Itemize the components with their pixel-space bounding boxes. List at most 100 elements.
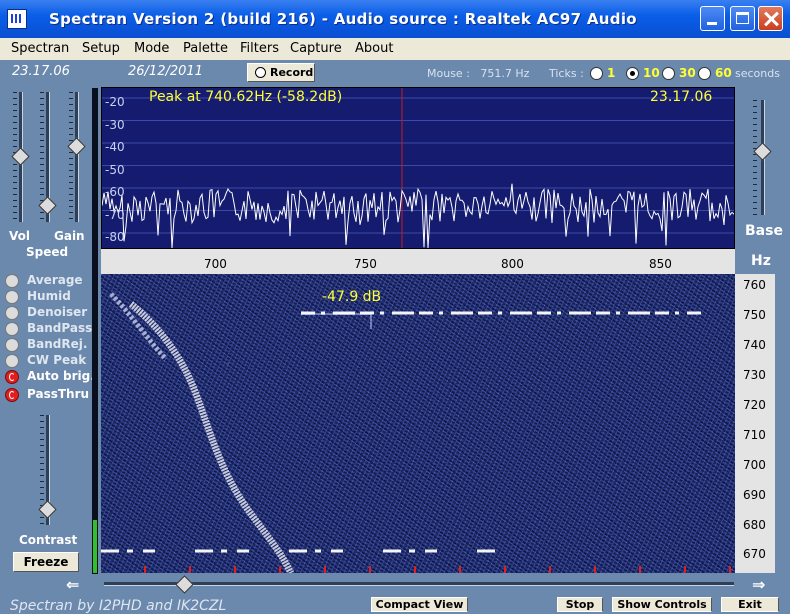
- option-label: Denoiser: [27, 305, 88, 319]
- hz-tick: 670: [743, 547, 766, 561]
- option-label: PassThru: [27, 387, 90, 401]
- db-tick: -40: [105, 140, 125, 154]
- menu-about[interactable]: About: [355, 41, 393, 56]
- maximize-button[interactable]: [730, 6, 755, 31]
- record-icon: [255, 67, 266, 78]
- contrast-label: Contrast: [19, 533, 78, 547]
- hz-tick: 710: [743, 428, 766, 442]
- menu-bar: Spectran Setup Mode Palette Filters Capt…: [0, 38, 790, 60]
- option-label: Average: [27, 273, 83, 287]
- level-meter-fill: [93, 520, 97, 573]
- compact-view-button[interactable]: Compact View: [371, 597, 468, 612]
- menu-spectran[interactable]: Spectran: [11, 41, 69, 56]
- freq-tick: 750: [354, 257, 377, 271]
- hz-tick: 750: [743, 308, 766, 322]
- waterfall-traces: [101, 292, 701, 573]
- window-title: Spectran Version 2 (build 216) - Audio s…: [49, 10, 637, 28]
- hz-tick: 740: [743, 338, 766, 352]
- db-tick: -20: [105, 95, 125, 109]
- db-tick: -70: [105, 207, 125, 222]
- option-toggle-icon: [5, 290, 19, 304]
- menu-filters[interactable]: Filters: [240, 41, 279, 56]
- minimize-button[interactable]: [700, 6, 725, 31]
- db-tick: -50: [105, 162, 125, 177]
- ticks-radio-1[interactable]: [590, 67, 603, 80]
- scroll-slider[interactable]: [104, 582, 734, 586]
- ticks-radio-30[interactable]: [662, 67, 675, 80]
- option-label: Humid: [27, 289, 71, 303]
- waterfall-frequency-axis: 760 750 740 730 720 710 700 690 680 670: [735, 274, 775, 573]
- hz-tick: 760: [743, 278, 766, 292]
- hz-tick: 700: [743, 458, 766, 472]
- hz-tick: 720: [743, 398, 766, 412]
- vol-label: Vol: [9, 229, 30, 243]
- option-label: Auto brig.: [27, 369, 95, 383]
- freq-tick: 850: [649, 257, 672, 271]
- title-bar: Spectran Version 2 (build 216) - Audio s…: [0, 0, 790, 38]
- spectrum-time: 23.17.06: [650, 89, 713, 105]
- spectrum-trace: [102, 183, 734, 248]
- record-label: Record: [270, 66, 314, 79]
- hz-tick: 680: [743, 518, 766, 532]
- option-toggle-icon: [5, 322, 19, 336]
- frequency-axis: 700 750 800 850: [101, 249, 735, 274]
- ticks-value-10: 10: [643, 66, 660, 80]
- option-toggle-icon: [5, 338, 19, 352]
- menu-palette[interactable]: Palette: [183, 41, 228, 56]
- power-on-icon: [5, 388, 19, 402]
- app-icon[interactable]: [7, 9, 27, 29]
- ticks-value-30: 30: [679, 66, 696, 80]
- ticks-label: Ticks :: [549, 67, 584, 80]
- ticks-value-1: 1: [607, 66, 616, 80]
- option-label: BandPass: [27, 321, 93, 335]
- hz-tick: 730: [743, 368, 766, 382]
- clock-time: 23.17.06: [12, 64, 70, 79]
- option-toggle-icon: [5, 274, 19, 288]
- db-tick: -30: [105, 117, 125, 132]
- bottom-bar: Spectran by I2PHD and IK2CZL Compact Vie…: [0, 596, 790, 614]
- menu-mode[interactable]: Mode: [134, 41, 169, 56]
- db-tick: -60: [105, 185, 125, 199]
- time-tick-marks: [101, 566, 735, 573]
- arrow-left-icon[interactable]: ⇐: [66, 575, 79, 594]
- mouse-value: 751.7 Hz: [480, 67, 530, 80]
- ticks-radio-10[interactable]: [626, 67, 639, 80]
- mouse-readout: Mouse : 751.7 Hz: [427, 67, 529, 80]
- ticks-radio-60[interactable]: [698, 67, 711, 80]
- waterfall-display[interactable]: -47.9 dB: [101, 274, 735, 573]
- close-button[interactable]: [758, 6, 783, 31]
- gain-slider[interactable]: [75, 92, 79, 222]
- stop-button[interactable]: Stop: [557, 597, 603, 612]
- speed-label: Speed: [26, 245, 69, 259]
- freq-tick: 800: [501, 257, 524, 271]
- option-label: CW Peak: [27, 353, 87, 367]
- record-button[interactable]: Record: [247, 63, 315, 82]
- menu-setup[interactable]: Setup: [82, 41, 120, 56]
- clock-date: 26/12/2011: [128, 64, 203, 79]
- hz-tick: 690: [743, 488, 766, 502]
- base-scale: [753, 100, 757, 215]
- level-meter: [92, 88, 98, 574]
- gain-label: Gain: [54, 229, 85, 243]
- hz-label: Hz: [751, 253, 771, 269]
- scroll-slider-thumb[interactable]: [175, 575, 194, 594]
- ticks-value-60: 60: [715, 66, 732, 80]
- show-controls-button[interactable]: Show Controls: [612, 597, 712, 612]
- db-tick: -80: [105, 230, 125, 244]
- freeze-button[interactable]: Freeze: [13, 552, 79, 572]
- freq-tick: 700: [204, 257, 227, 271]
- mouse-label: Mouse :: [427, 67, 470, 80]
- peak-readout: Peak at 740.62Hz (-58.2dB): [149, 89, 343, 105]
- option-label: BandRej.: [27, 337, 88, 351]
- option-toggle-icon: [5, 354, 19, 368]
- spectrum-graph: [102, 88, 734, 248]
- spectrum-panel[interactable]: -20 -30 -40 -50 -60 -70 -80 Peak at 740.…: [101, 87, 735, 249]
- info-bar: 23.17.06 26/12/2011 Record Mouse : 751.7…: [0, 60, 790, 87]
- db-scale: -20 -30 -40 -50 -60 -70 -80: [105, 91, 125, 248]
- waterfall-level: -47.9 dB: [322, 289, 382, 305]
- power-on-icon: [5, 370, 19, 384]
- menu-capture[interactable]: Capture: [290, 41, 342, 56]
- exit-button[interactable]: Exit: [721, 597, 779, 612]
- arrow-right-icon[interactable]: ⇒: [752, 575, 765, 594]
- seconds-label: seconds: [735, 67, 780, 80]
